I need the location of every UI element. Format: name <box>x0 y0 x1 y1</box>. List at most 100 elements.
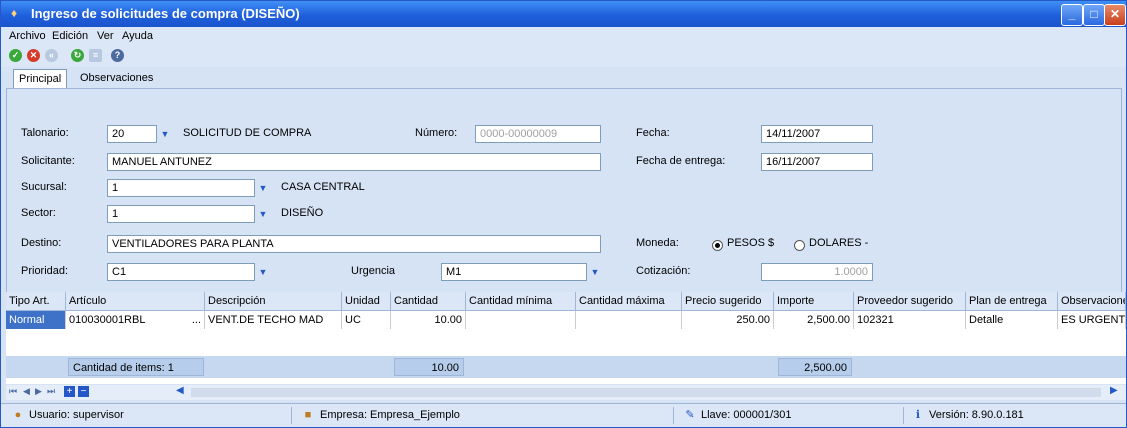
delete-row-icon[interactable]: − <box>78 386 89 397</box>
prioridad-field[interactable]: C1 <box>107 263 255 281</box>
cell-observaciones[interactable]: ES URGENTE <box>1058 311 1126 329</box>
cell-unidad[interactable]: UC <box>342 311 391 329</box>
col-proveedor-sugerido[interactable]: Proveedor sugerido <box>854 292 966 310</box>
last-record-icon[interactable]: ⏭ <box>47 386 55 397</box>
cotizacion-field[interactable]: 1.0000 <box>761 263 873 281</box>
chevron-down-icon[interactable]: ▼ <box>256 206 270 222</box>
chevron-down-icon[interactable]: ▼ <box>256 180 270 196</box>
table-row[interactable]: Normal 010030001RBL ... VENT.DE TECHO MA… <box>6 311 1126 329</box>
tab-strip: Principal Observaciones <box>1 67 1126 89</box>
status-separator <box>291 407 292 424</box>
fecha-field[interactable]: 14/11/2007 <box>761 125 873 143</box>
minimize-button[interactable]: _ <box>1061 4 1083 26</box>
col-cantidad-minima[interactable]: Cantidad mínima <box>466 292 576 310</box>
status-separator <box>903 407 904 424</box>
status-llave: Llave: 000001/301 <box>701 409 792 421</box>
app-icon: ♦ <box>11 6 18 20</box>
scroll-left-icon[interactable]: ◀ <box>176 385 184 396</box>
add-row-icon[interactable]: + <box>64 386 75 397</box>
col-cantidad-maxima[interactable]: Cantidad máxima <box>576 292 682 310</box>
col-articulo[interactable]: Artículo <box>66 292 205 310</box>
col-descripcion[interactable]: Descripción <box>205 292 342 310</box>
fecha-entrega-field[interactable]: 16/11/2007 <box>761 153 873 171</box>
chevron-down-icon[interactable]: ▼ <box>588 264 602 280</box>
status-empresa-value: Empresa_Ejemplo <box>370 409 460 421</box>
menu-archivo[interactable]: Archivo <box>9 30 46 42</box>
total-importe: 2,500.00 <box>778 358 852 376</box>
solicitante-field[interactable]: MANUEL ANTUNEZ <box>107 153 601 171</box>
sector-description: DISEÑO <box>281 207 324 219</box>
refresh-icon[interactable]: ↻ <box>71 49 84 62</box>
articulo-lookup-button[interactable]: ... <box>192 311 201 329</box>
cell-tipo-art[interactable]: Normal <box>6 311 66 329</box>
cell-articulo-code: 010030001RBL <box>69 314 146 326</box>
cell-plan-entrega[interactable]: Detalle <box>966 311 1058 329</box>
grid-navigator: ⏮ ◀ ▶ ⏭ + − ◀ ▶ <box>6 385 1126 400</box>
prev-record-icon[interactable]: ◀ <box>23 386 30 397</box>
talonario-field[interactable]: 20 <box>107 125 157 143</box>
sucursal-field[interactable]: 1 <box>107 179 255 197</box>
status-version: Versión: 8.90.0.181 <box>929 409 1024 421</box>
chevron-down-icon[interactable]: ▼ <box>158 126 172 142</box>
cell-descripcion[interactable]: VENT.DE TECHO MAD <box>205 311 342 329</box>
cotizacion-label: Cotización: <box>636 265 691 277</box>
status-bar: ● Usuario: supervisor ■ Empresa: Empresa… <box>1 403 1126 427</box>
user-icon: ● <box>14 409 22 421</box>
destino-label: Destino: <box>21 237 62 249</box>
moneda-pesos-radio[interactable] <box>712 240 723 251</box>
maximize-button[interactable]: □ <box>1083 4 1105 26</box>
first-record-icon[interactable]: ⏮ <box>9 386 17 397</box>
items-count: Cantidad de items: 1 <box>68 358 204 376</box>
menu-edicion[interactable]: Edición <box>52 30 88 42</box>
col-precio-sugerido[interactable]: Precio sugerido <box>682 292 774 310</box>
moneda-label: Moneda: <box>636 237 679 249</box>
col-unidad[interactable]: Unidad <box>342 292 391 310</box>
cancel-icon[interactable]: ✕ <box>27 49 40 62</box>
close-button[interactable]: ✕ <box>1104 4 1126 26</box>
tab-observaciones[interactable]: Observaciones <box>75 69 158 88</box>
status-empresa-label: Empresa: <box>320 409 368 421</box>
principal-panel: Talonario: 20 ▼ SOLICITUD DE COMPRA Núme… <box>6 88 1122 293</box>
sector-field[interactable]: 1 <box>107 205 255 223</box>
accept-icon[interactable]: ✓ <box>9 49 22 62</box>
items-grid: Tipo Art. Artículo Descripción Unidad Ca… <box>6 292 1126 384</box>
col-plan-entrega[interactable]: Plan de entrega <box>966 292 1058 310</box>
menu-ver[interactable]: Ver <box>97 30 114 42</box>
col-cantidad[interactable]: Cantidad <box>391 292 466 310</box>
col-observaciones[interactable]: Observaciones <box>1058 292 1126 310</box>
list-icon[interactable]: ≡ <box>89 49 102 62</box>
cell-cantidad-minima[interactable] <box>466 311 576 329</box>
back-icon[interactable]: « <box>45 49 58 62</box>
total-cantidad: 10.00 <box>394 358 464 376</box>
fecha-entrega-label: Fecha de entrega: <box>636 155 726 167</box>
destino-field[interactable]: VENTILADORES PARA PLANTA <box>107 235 601 253</box>
title-bar: ♦ Ingreso de solicitudes de compra (DISE… <box>1 1 1126 27</box>
scroll-right-icon[interactable]: ▶ <box>1110 385 1118 396</box>
col-tipo-art[interactable]: Tipo Art. <box>6 292 66 310</box>
menu-ayuda[interactable]: Ayuda <box>122 30 153 42</box>
cell-importe[interactable]: 2,500.00 <box>774 311 854 329</box>
toolbar: ✓ ✕ « ↻ ≡ ? <box>1 45 1126 67</box>
col-importe[interactable]: Importe <box>774 292 854 310</box>
key-icon: ✎ <box>685 409 695 421</box>
talonario-label: Talonario: <box>21 127 69 139</box>
moneda-pesos-label: PESOS $ <box>727 237 775 249</box>
numero-field[interactable]: 0000-00000009 <box>475 125 601 143</box>
cell-precio-sugerido[interactable]: 250.00 <box>682 311 774 329</box>
moneda-dolares-radio[interactable] <box>794 240 805 251</box>
chevron-down-icon[interactable]: ▼ <box>256 264 270 280</box>
cell-cantidad-maxima[interactable] <box>576 311 682 329</box>
next-record-icon[interactable]: ▶ <box>35 386 42 397</box>
tab-principal[interactable]: Principal <box>13 69 68 89</box>
grid-header: Tipo Art. Artículo Descripción Unidad Ca… <box>6 292 1126 311</box>
cell-cantidad[interactable]: 10.00 <box>391 311 466 329</box>
prioridad-label: Prioridad: <box>21 265 69 277</box>
numero-label: Número: <box>415 127 458 139</box>
status-separator <box>673 407 674 424</box>
horizontal-scrollbar[interactable] <box>191 388 1101 397</box>
urgencia-field[interactable]: M1 <box>441 263 587 281</box>
cell-proveedor-sugerido[interactable]: 102321 <box>854 311 966 329</box>
cell-articulo[interactable]: 010030001RBL ... <box>66 311 205 329</box>
talonario-description: SOLICITUD DE COMPRA <box>183 127 312 139</box>
help-icon[interactable]: ? <box>111 49 124 62</box>
